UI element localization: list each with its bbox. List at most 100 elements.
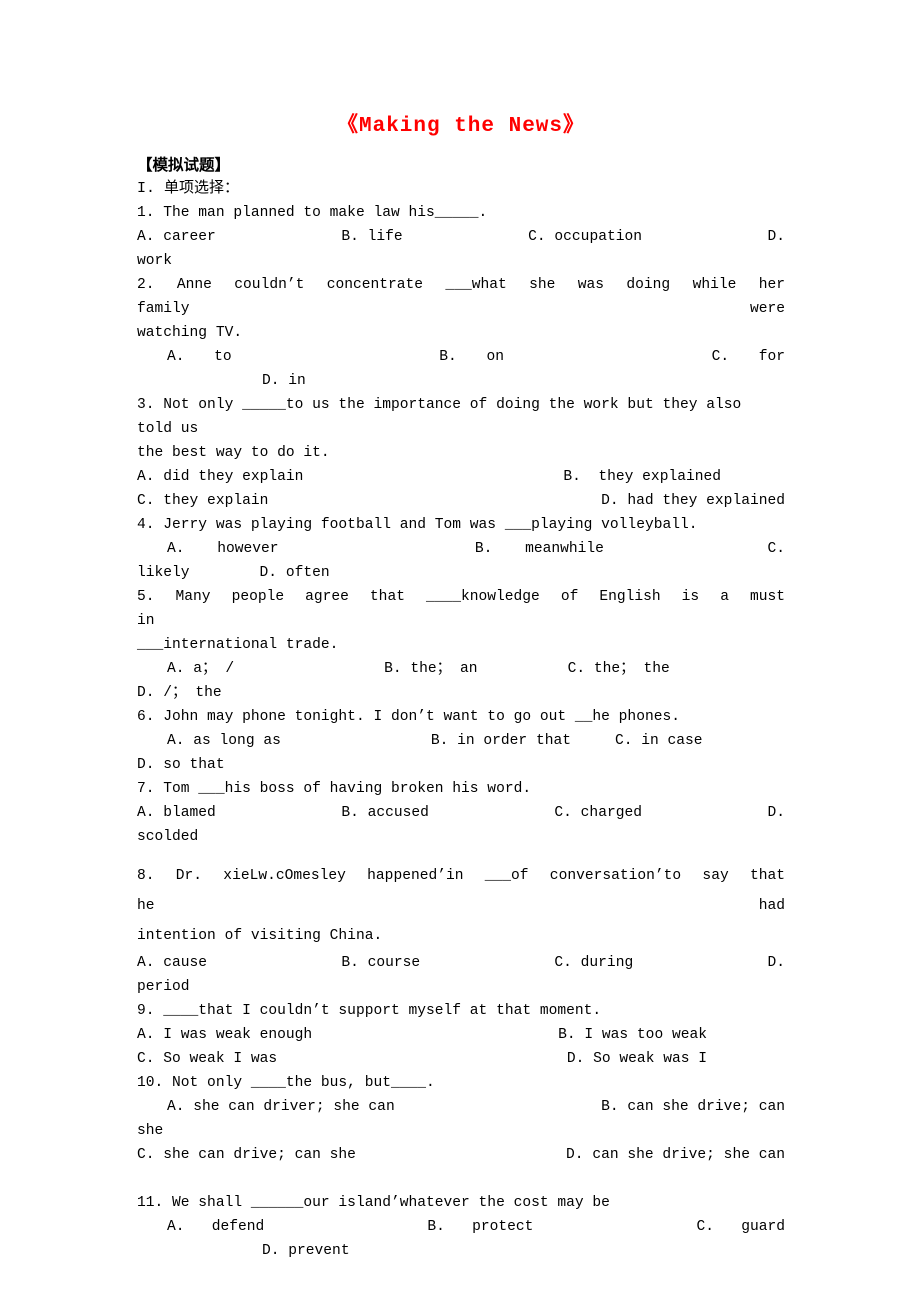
question-4: 4. Jerry was playing football and Tom wa… [137,513,785,585]
option-d[interactable]: D. often [260,561,330,585]
question-3-stem-line2: the best way to do it. [137,445,330,461]
question-7: 7. Tom ___his boss of having broken his … [137,777,785,849]
question-11-options-row: A. defend B. protect C. guard [137,1215,785,1239]
option-b[interactable]: B. accused [341,801,429,825]
question-2-options-row: A. to B. on C. for [137,345,785,369]
option-c-letter[interactable]: C. [697,1215,715,1239]
question-10: 10. Not only ____the bus, but____. A. sh… [137,1071,785,1167]
question-2-option-d[interactable]: D. in [137,369,785,393]
section-subtitle: I. 单项选择： [137,180,240,197]
question-5-options-row: A. a； / B. the； an C. the； the [137,657,785,681]
option-c-letter[interactable]: C. [712,345,730,369]
question-3-options-row2: C. they explain D. had they explained [137,489,785,513]
question-3-options-row1: A. did they explain B. they explained [137,465,785,489]
question-8-options-row: A. cause B. course C. during D. [137,951,785,975]
option-d[interactable]: D. had they explained [601,489,785,513]
option-a[interactable]: A. did they explain [137,465,303,489]
option-a[interactable]: A. a； / [167,657,234,681]
option-b[interactable]: B. I was too weak [558,1023,707,1047]
question-8: 8. Dr. xieLw.cOmesley happened’in ___of … [137,861,785,999]
question-2-stem-line2: watching TV. [137,325,243,341]
question-6-option-d[interactable]: D. so that [137,753,785,777]
option-c[interactable]: C. the； the [568,657,670,681]
question-1: 1. The man planned to make law his_____.… [137,201,785,273]
question-5-stem-line2: ___international trade. [137,637,339,653]
option-b[interactable]: B. in order that [431,729,571,753]
question-8-options-wrap[interactable]: period [137,975,785,999]
question-10-stem: 10. Not only ____the bus, but____. [137,1075,435,1091]
option-a[interactable]: A. cause [137,951,207,975]
question-11-option-d[interactable]: D. prevent [137,1239,785,1263]
option-b-text[interactable]: protect [472,1215,533,1239]
option-b[interactable]: B. can she drive; can [601,1095,785,1119]
question-1-options-row: A. career B. life C. occupation D. [137,225,785,249]
option-d[interactable]: D. can she drive; she can [566,1143,785,1167]
option-b[interactable]: B. they explained [563,465,721,489]
option-c[interactable]: C. So weak I was [137,1047,277,1071]
question-1-stem: 1. The man planned to make law his_____. [137,205,488,221]
question-7-stem: 7. Tom ___his boss of having broken his … [137,781,532,797]
option-a-text[interactable]: to [214,345,232,369]
option-d[interactable]: D. [767,801,785,825]
question-7-options-row: A. blamed B. accused C. charged D. [137,801,785,825]
question-11: 11. We shall ______our island’whatever t… [137,1191,785,1263]
option-b-letter[interactable]: B. [427,1215,445,1239]
question-9-options-row2: C. So weak I was D. So weak was I [137,1047,785,1071]
question-11-stem: 11. We shall ______our island’whatever t… [137,1195,610,1211]
option-b-letter[interactable]: B. [475,537,493,561]
question-7-options-wrap[interactable]: scolded [137,825,785,849]
option-c[interactable]: C. they explain [137,489,268,513]
option-c-text[interactable]: likely [137,561,190,585]
question-9-options-row1: A. I was weak enough B. I was too weak [137,1023,785,1047]
option-b[interactable]: B. life [341,225,402,249]
option-c-text[interactable]: for [759,345,785,369]
section-header: 【模拟试题】 [137,157,231,174]
option-d[interactable]: D. [767,951,785,975]
option-a-text[interactable]: defend [212,1215,265,1239]
question-6-stem: 6. John may phone tonight. I don’t want … [137,709,680,725]
option-a-letter[interactable]: A. [167,345,185,369]
question-4-options-row2: likely D. often [137,561,785,585]
option-c[interactable]: C. occupation [528,225,642,249]
option-b-letter[interactable]: B. [439,345,457,369]
option-c-text[interactable]: guard [741,1215,785,1239]
option-b-text[interactable]: on [486,345,504,369]
question-3-stem-line1: 3. Not only _____to us the importance of… [137,397,751,437]
option-a-letter[interactable]: A. [167,537,185,561]
question-2: 2. Anne couldn’t concentrate ___what she… [137,273,785,393]
option-a-letter[interactable]: A. [167,1215,185,1239]
option-c[interactable]: C. she can drive; can she [137,1143,356,1167]
option-b-text[interactable]: meanwhile [525,537,604,561]
page-title: 《Making the News》 [336,115,586,138]
question-10-option-b-wrap[interactable]: she [137,1119,785,1143]
option-a-text[interactable]: however [217,537,278,561]
question-1-options-wrap[interactable]: work [137,249,785,273]
option-a[interactable]: A. blamed [137,801,216,825]
option-d[interactable]: D. So weak was I [567,1047,707,1071]
question-9: 9. ____that I couldn’t support myself at… [137,999,785,1071]
option-a[interactable]: A. as long as [167,729,281,753]
question-5-option-d[interactable]: D. /； the [137,681,785,705]
option-b[interactable]: B. the； an [384,657,477,681]
option-a[interactable]: A. I was weak enough [137,1023,312,1047]
option-c[interactable]: C. in case [615,729,703,753]
option-d[interactable]: D. [768,225,786,249]
question-4-stem: 4. Jerry was playing football and Tom wa… [137,517,698,533]
option-c-letter[interactable]: C. [767,537,785,561]
question-6-options-row: A. as long as B. in order that C. in cas… [137,729,785,753]
option-c[interactable]: C. charged [554,801,642,825]
option-a[interactable]: A. she can driver; she can [167,1095,395,1119]
option-c[interactable]: C. during [554,951,633,975]
question-10-options-row2: C. she can drive; can she D. can she dri… [137,1143,785,1167]
question-5-stem-line1: 5. Many people agree that ____knowledge … [137,589,803,629]
option-a[interactable]: A. career [137,225,216,249]
question-4-options-row: A. however B. meanwhile C. [137,537,785,561]
question-2-stem-line1: 2. Anne couldn’t concentrate ___what she… [137,277,803,317]
question-6: 6. John may phone tonight. I don’t want … [137,705,785,777]
document-page: 《Making the News》 【模拟试题】 I. 单项选择： 1. The… [0,0,920,1302]
option-b[interactable]: B. course [341,951,420,975]
question-10-options-row1: A. she can driver; she can B. can she dr… [137,1095,785,1119]
document-content: 《Making the News》 【模拟试题】 I. 单项选择： 1. The… [137,112,785,1263]
question-8-stem-line1: 8. Dr. xieLw.cOmesley happened’in ___of … [137,868,803,914]
